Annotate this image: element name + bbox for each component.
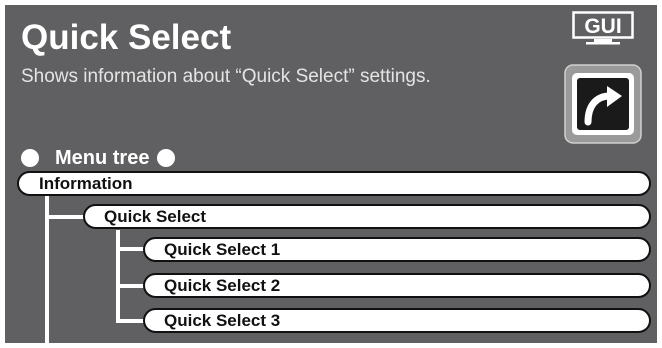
gui-badge-icon: GUI: [572, 11, 634, 45]
menu-item-quick-select-2: Quick Select 2: [143, 273, 651, 298]
arrow-jump-icon: [564, 64, 642, 144]
menu-item-quick-select-3: Quick Select 3: [143, 308, 651, 333]
menu-tree-heading: Menu tree: [21, 146, 176, 170]
menu-item-quick-select: Quick Select: [83, 204, 651, 229]
page-title: Quick Select: [21, 18, 232, 57]
help-panel: Quick Select Shows information about “Qu…: [5, 5, 657, 343]
menu-item-quick-select-1: Quick Select 1: [143, 237, 651, 262]
menu-item-information: Information: [17, 171, 651, 196]
gui-badge-text: GUI: [584, 15, 621, 38]
tree-connector: [116, 230, 120, 323]
bullet-icon: [21, 149, 39, 167]
page-description: Shows information about “Quick Select” s…: [21, 66, 431, 87]
bullet-icon: [157, 149, 176, 167]
menu-tree-label: Menu tree: [55, 146, 150, 169]
